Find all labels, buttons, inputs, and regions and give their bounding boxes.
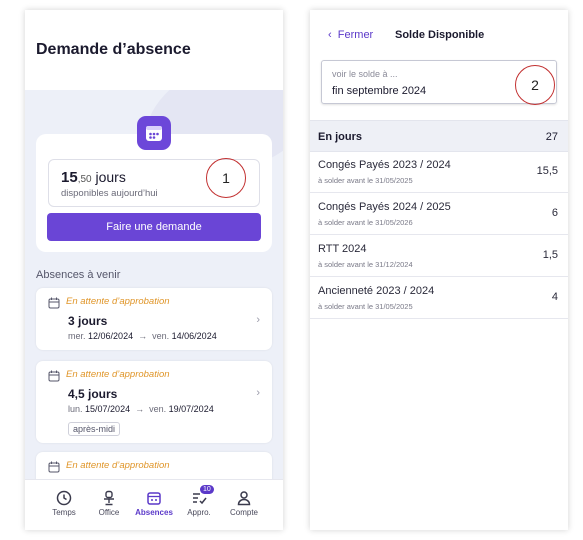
leave-deadline: à solder avant le 31/05/2025 — [318, 302, 413, 311]
to-date: 19/07/2024 — [168, 404, 214, 414]
request-absence-button[interactable]: Faire une demande — [47, 213, 261, 241]
balance-integer: 15 — [61, 169, 78, 186]
leave-deadline: à solder avant le 31/12/2024 — [318, 260, 413, 269]
to-day: ven. — [152, 331, 170, 341]
nav-label: Temps — [52, 508, 76, 517]
user-icon — [237, 491, 251, 506]
calendar-icon — [48, 460, 60, 478]
list-item[interactable]: RTT 2024 à solder avant le 31/12/2024 1,… — [310, 235, 568, 277]
leave-type: Congés Payés 2023 / 2024 — [318, 159, 451, 171]
nav-item-office[interactable]: Office — [84, 490, 134, 517]
leave-deadline: à solder avant le 31/05/2026 — [318, 218, 413, 227]
chevron-left-icon: ‹ — [328, 29, 338, 41]
leave-balance: 15,5 — [536, 165, 558, 177]
chevron-right-icon: › — [256, 314, 260, 326]
leave-deadline: à solder avant le 31/05/2025 — [318, 176, 413, 185]
nav-item-temps[interactable]: Temps — [39, 490, 89, 517]
leave-balance: 4 — [551, 291, 558, 303]
bottom-navigation: Temps Office Absences 10 Appro. Compte — [25, 479, 283, 530]
notification-badge: 10 — [200, 485, 214, 494]
nav-item-compte[interactable]: Compte — [219, 490, 269, 517]
nav-label: Compte — [229, 508, 258, 517]
header: Demande d’absence — [25, 10, 283, 90]
status-badge: En attente d’approbation — [66, 460, 170, 471]
content: 15,50 jours disponibles aujourd’hui Fair… — [25, 90, 283, 480]
calendar-icon — [48, 369, 60, 387]
list-header: En jours 27 — [310, 120, 568, 152]
calendar-badge-icon — [137, 116, 171, 150]
nav-label: Office — [98, 508, 120, 517]
nav-item-appro[interactable]: 10 Appro. — [174, 485, 224, 517]
status-badge: En attente d’approbation — [66, 369, 170, 380]
balance-subtitle: disponibles aujourd’hui — [61, 188, 158, 199]
absence-dates: mer. 12/06/2024 → ven. 14/06/2024 — [68, 331, 217, 341]
nav-label: Appro. — [187, 508, 211, 517]
arrow-right-icon: → — [132, 404, 147, 414]
page-title: Demande d’absence — [36, 41, 191, 58]
from-date: 12/06/2024 — [88, 331, 134, 341]
absence-request-screen: Demande d’absence 15,50 jours disponible… — [25, 10, 283, 530]
from-day: mer. — [68, 331, 86, 341]
page-title: Solde Disponible — [395, 29, 485, 41]
balance-decimal: ,50 — [77, 174, 92, 185]
absence-duration: 3 jours — [68, 314, 108, 328]
leave-type: Congés Payés 2024 / 2025 — [318, 201, 451, 213]
unit-label: En jours — [318, 131, 363, 143]
close-button[interactable]: ‹ Fermer — [328, 29, 373, 41]
absence-card[interactable]: En attente d’approbation — [36, 452, 272, 480]
balance-unit: jours — [95, 169, 126, 185]
annotation-marker: 1 — [206, 158, 246, 198]
status-badge: En attente d’approbation — [66, 296, 170, 307]
clock-icon — [56, 490, 72, 506]
balance-list: En jours 27 Congés Payés 2023 / 2024 à s… — [310, 120, 568, 530]
leave-type: Ancienneté 2023 / 2024 — [318, 285, 435, 297]
desk-chair-icon — [104, 490, 114, 506]
to-date: 14/06/2024 — [171, 331, 217, 341]
field-placeholder: voir le solde à ... — [332, 69, 398, 79]
absence-card[interactable]: En attente d’approbation 3 jours mer. 12… — [36, 288, 272, 350]
half-day-tag: après-midi — [68, 422, 121, 436]
from-day: lun. — [68, 404, 83, 414]
nav-item-absences[interactable]: Absences — [129, 490, 179, 517]
absence-dates: lun. 15/07/2024 → ven. 19/07/2024 — [68, 404, 214, 414]
upcoming-absences-title: Absences à venir — [36, 269, 121, 281]
calendar-icon — [147, 492, 161, 505]
arrow-right-icon: → — [135, 331, 150, 341]
from-date: 15/07/2024 — [85, 404, 131, 414]
absence-duration: 4,5 jours — [68, 387, 118, 401]
leave-balance: 6 — [551, 207, 558, 219]
annotation-marker: 2 — [515, 65, 555, 105]
list-item[interactable]: Congés Payés 2024 / 2025 à solder avant … — [310, 193, 568, 235]
total-value: 27 — [545, 131, 558, 143]
chevron-right-icon: › — [256, 387, 260, 399]
close-label: Fermer — [337, 29, 374, 41]
list-item[interactable]: Congés Payés 2023 / 2024 à solder avant … — [310, 151, 568, 193]
list-item[interactable]: Ancienneté 2023 / 2024 à solder avant le… — [310, 277, 568, 319]
header: ‹ Fermer Solde Disponible voir le solde … — [310, 10, 568, 130]
leave-balance: 1,5 — [542, 249, 558, 261]
nav-label: Absences — [135, 508, 173, 517]
absence-card[interactable]: En attente d’approbation 4,5 jours lun. … — [36, 361, 272, 443]
balance-value: 15,50 jours — [61, 169, 126, 186]
to-day: ven. — [149, 404, 167, 414]
available-balance-screen: ‹ Fermer Solde Disponible voir le solde … — [310, 10, 568, 530]
leave-type: RTT 2024 — [318, 243, 367, 255]
field-value: fin septembre 2024 — [332, 85, 427, 97]
calendar-icon — [48, 296, 60, 314]
